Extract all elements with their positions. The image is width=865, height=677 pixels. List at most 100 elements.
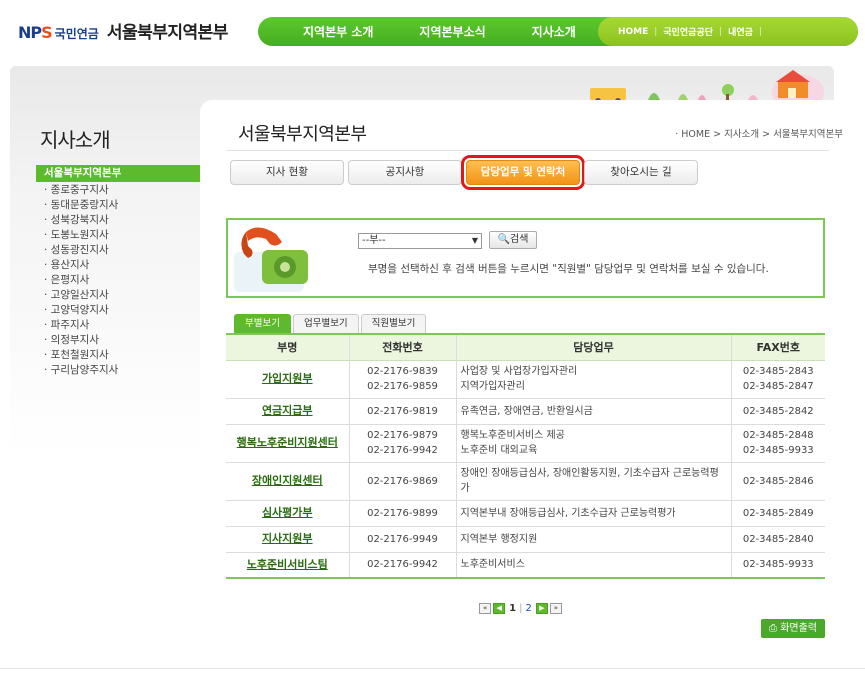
col-header-dept: 부명 <box>226 333 349 361</box>
page-current: 1 <box>509 603 517 614</box>
content-tabs: 지사 현황 공지사항 담당업무 및 연락처 찾아오시는 길 <box>230 155 698 190</box>
phone-cell: 02-2176-9949 <box>367 533 438 545</box>
duty-cell: 지역본부 행정지원 <box>460 533 538 545</box>
logo-title: 서울북부지역본부 <box>106 23 229 43</box>
printer-icon: ⎙ <box>769 623 777 634</box>
last-page-icon[interactable]: » <box>549 603 562 614</box>
phone-cell: 02-2176-9819 <box>367 405 438 417</box>
search-button[interactable]: 🔍검색 <box>489 231 537 249</box>
duty-cell: 행복노후준비서비스 제공 노후준비 대외교육 <box>460 430 565 456</box>
subtab-by-duty[interactable]: 업무별보기 <box>292 314 359 333</box>
magnifier-icon: 🔍 <box>497 234 511 245</box>
lnb-item-guri[interactable]: · 구리남양주지사 <box>36 363 216 378</box>
search-box: --부-- ▼ 🔍검색 부명을 선택하신 후 검색 버튼을 누르시면 "직원별"… <box>226 218 825 298</box>
lnb-item-pocheon[interactable]: · 포천철원지사 <box>36 348 216 363</box>
duty-cell: 지역본부내 장애등급심사, 기초수급자 근로능력평가 <box>460 507 676 519</box>
fax-cell: 02-3485-2848 02-3485-9933 <box>742 430 814 456</box>
lnb-title: 지사소개 <box>40 128 111 152</box>
phone-cell: 02-2176-9869 <box>367 475 438 487</box>
next-page-icon[interactable]: ▶ <box>535 603 548 614</box>
col-header-fax: FAX번호 <box>730 333 825 361</box>
duty-cell: 장애인 장애등급심사, 장애인활동지원, 기초수급자 근로능력평가 <box>460 468 719 494</box>
telephone-icon <box>234 227 308 292</box>
table-row: 행복노후준비지원센터 02-2176-9879 02-2176-9942 행복노후준… <box>226 424 825 463</box>
title-divider <box>226 150 829 151</box>
fax-cell: 02-3485-2842 <box>742 405 814 417</box>
table-row: 연금지급부 02-2176-9819 유족연금, 장애연금, 반환일시금 02-348… <box>226 398 825 425</box>
search-note: 부명을 선택하신 후 검색 버튼을 누르시면 "직원별" 담당업무 및 연락처를… <box>368 263 769 275</box>
table-row: 노후준비서비스팀 02-2176-9942 노후준비서비스 02-3485-9933 <box>226 552 825 579</box>
department-select-value: --부-- <box>362 235 386 246</box>
dept-link[interactable]: 노후준비서비스팀 <box>247 558 328 571</box>
global-nav: 지역본부 소개 지역본부소식 지사소개 HOME | 국민연금공단 | 내연금 … <box>258 17 858 46</box>
duty-cell: 노후준비서비스 <box>460 559 525 571</box>
nps-logo-text: NPS <box>18 23 53 42</box>
dept-link[interactable]: 연금지급부 <box>262 404 313 417</box>
col-header-phone: 전화번호 <box>348 333 456 361</box>
gnb-item-branches[interactable]: 지사소개 <box>532 23 576 40</box>
duty-cell: 유족연금, 장애연금, 반환일시금 <box>460 405 593 417</box>
lnb-item-seongdong[interactable]: · 성동광진지사 <box>36 243 216 258</box>
table-header-row: 부명 전화번호 담당업무 FAX번호 <box>226 333 825 361</box>
utility-nav: HOME | 국민연금공단 | 내연금 | <box>598 17 858 46</box>
lnb-item-dobong[interactable]: · 도봉노원지사 <box>36 228 216 243</box>
table-row: 가입지원부 02-2176-9839 02-2176-9859 사업장 및 사업장가… <box>226 360 825 399</box>
lnb-item-eunpyeong[interactable]: · 은평지사 <box>36 273 216 288</box>
site-logo[interactable]: NPS 국민연금 서울북부지역본부 <box>18 18 228 43</box>
lnb-item-uijeongbu[interactable]: · 의정부지사 <box>36 333 216 348</box>
footer-divider <box>0 668 865 669</box>
department-select[interactable]: --부-- ▼ <box>358 233 482 249</box>
fax-cell: 02-3485-9933 <box>742 559 814 571</box>
gnb-item-news[interactable]: 지역본부소식 <box>419 23 485 40</box>
util-nps[interactable]: 국민연금공단 <box>663 25 713 38</box>
dept-link[interactable]: 장애인지원센터 <box>252 474 323 487</box>
phone-cell: 02-2176-9942 <box>367 559 438 571</box>
fax-cell: 02-3485-2846 <box>742 475 814 487</box>
tab-notice[interactable]: 공지사항 <box>348 160 462 185</box>
fax-cell: 02-3485-2843 02-3485-2847 <box>742 366 814 392</box>
chevron-down-icon: ▼ <box>471 236 478 245</box>
contact-table: 부명 전화번호 담당업무 FAX번호 가입지원부 02-2176-9839 02-… <box>226 333 825 579</box>
page-separator: | <box>519 603 523 614</box>
phone-cell: 02-2176-9899 <box>367 507 438 519</box>
subtab-by-department[interactable]: 부별보기 <box>234 314 291 333</box>
search-button-label: 검색 <box>510 234 529 245</box>
dept-link[interactable]: 가입지원부 <box>262 372 313 385</box>
table-row: 심사평가부 02-2176-9899 지역본부내 장애등급심사, 기초수급자 근로능… <box>226 500 825 527</box>
view-subtabs: 부별보기 업무별보기 직원별보기 <box>234 314 428 333</box>
util-my-pension[interactable]: 내연금 <box>728 25 753 38</box>
dept-link[interactable]: 지사지원부 <box>262 532 313 545</box>
lnb-item-yongsan[interactable]: · 용산지사 <box>36 258 216 273</box>
tab-directions[interactable]: 찾아오시는 길 <box>584 160 698 185</box>
duty-cell: 사업장 및 사업장가입자관리 지역가입자관리 <box>460 366 578 392</box>
lnb-item-jongno[interactable]: · 종로중구지사 <box>36 183 216 198</box>
table-row: 장애인지원센터 02-2176-9869 장애인 장애등급심사, 장애인활동지원, … <box>226 462 825 501</box>
site-header: NPS 국민연금 서울북부지역본부 지역본부 소개 지역본부소식 지사소개 HO… <box>0 0 865 62</box>
tab-duties-contacts[interactable]: 담당업무 및 연락처 <box>461 155 585 190</box>
lnb-item-seongbuk[interactable]: · 성북강북지사 <box>36 213 216 228</box>
lnb-item-regional-hq[interactable]: 서울북부지역본부 <box>36 165 216 182</box>
fax-cell: 02-3485-2849 <box>742 507 814 519</box>
first-page-icon[interactable]: « <box>479 603 492 614</box>
dept-link[interactable]: 심사평가부 <box>262 506 313 519</box>
print-button[interactable]: ⎙ 화면출력 <box>761 619 825 638</box>
left-nav: 서울북부지역본부 · 종로중구지사 · 동대문중랑지사 · 성북강북지사 · 도… <box>36 165 216 378</box>
fax-cell: 02-3485-2840 <box>742 533 814 545</box>
subtab-by-staff[interactable]: 직원별보기 <box>360 314 427 333</box>
logo-sub: 국민연금 <box>54 27 99 41</box>
prev-page-icon[interactable]: ◀ <box>493 603 506 614</box>
lnb-item-ilsan[interactable]: · 고양일산지사 <box>36 288 216 303</box>
gnb-item-intro[interactable]: 지역본부 소개 <box>303 23 373 40</box>
lnb-item-dongdaemun[interactable]: · 동대문중랑지사 <box>36 198 216 213</box>
breadcrumb: · HOME > 지사소개 > 서울북부지역본부 <box>675 129 843 140</box>
table-row: 지사지원부 02-2176-9949 지역본부 행정지원 02-3485-2840 <box>226 526 825 553</box>
page-link[interactable]: 2 <box>525 603 531 614</box>
col-header-duty: 담당업무 <box>455 333 731 361</box>
dept-link[interactable]: 행복노후준비지원센터 <box>237 436 338 449</box>
page-title: 서울북부지역본부 <box>238 124 367 145</box>
lnb-item-paju[interactable]: · 파주지사 <box>36 318 216 333</box>
pagination: « ◀ 1 | 2 ▶ » <box>0 603 865 614</box>
tab-status[interactable]: 지사 현황 <box>230 160 344 185</box>
lnb-item-deogyang[interactable]: · 고양덕양지사 <box>36 303 216 318</box>
util-home[interactable]: HOME <box>618 27 648 37</box>
